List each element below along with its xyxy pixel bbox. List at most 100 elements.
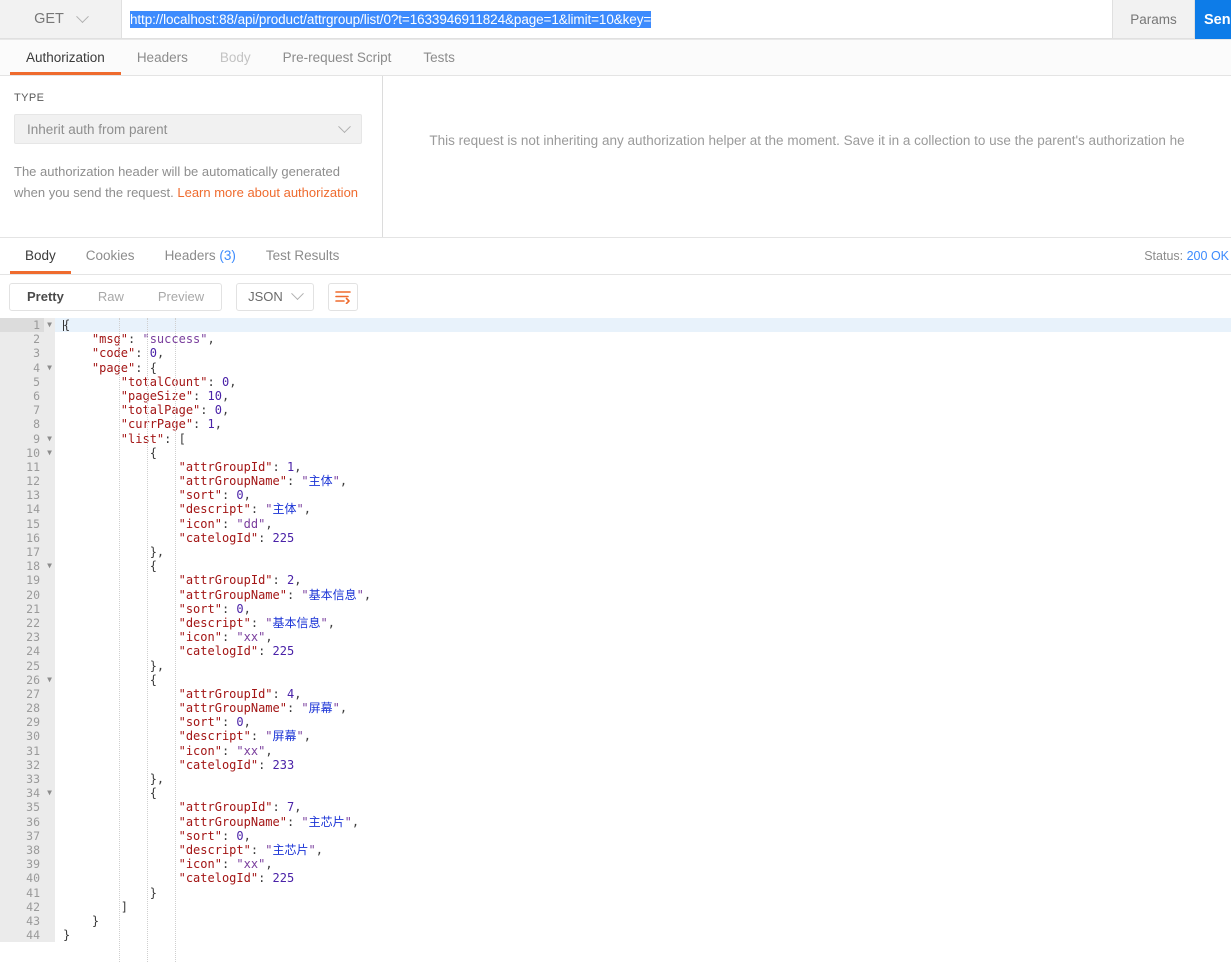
code-text: }, [149, 658, 165, 673]
response-format-select[interactable]: JSON [236, 282, 314, 311]
fold-spacer [44, 403, 55, 418]
line-number: 8 [0, 417, 44, 432]
fold-spacer [44, 729, 55, 744]
request-tab-tests[interactable]: Tests [407, 40, 471, 75]
view-mode-preview[interactable]: Preview [141, 284, 221, 310]
response-body-editor[interactable]: 1 ▼{2 "msg": "success", 3 "code": 0, 4 ▼ "pa… [0, 318, 1231, 962]
fold-spacer [44, 332, 55, 347]
response-tab-headers[interactable]: Headers (3) [150, 238, 251, 274]
line-number: 40 [0, 871, 44, 886]
learn-more-link[interactable]: Learn more about authorization [177, 185, 358, 200]
fold-toggle-icon[interactable]: ▼ [44, 431, 55, 446]
code-line: 14 "descript": "主体", [0, 502, 1231, 517]
request-tab-pre-request-script[interactable]: Pre-request Script [267, 40, 408, 75]
url-input[interactable]: http://localhost:88/api/product/attrgrou… [122, 0, 1113, 39]
view-mode-segmented-control: Pretty Raw Preview [9, 282, 223, 311]
code-line: 23 "icon": "xx", [0, 630, 1231, 645]
code-text: "totalPage": 0, [120, 403, 230, 418]
status-value: 200 OK [1186, 249, 1229, 263]
code-line: 30 "descript": "屏幕", [0, 729, 1231, 744]
code-text: "icon": "xx", [178, 857, 273, 872]
line-number: 7 [0, 403, 44, 418]
line-number: 10 [0, 445, 44, 460]
code-line: 37 "sort": 0, [0, 828, 1231, 843]
response-tab-count: (3) [215, 248, 236, 263]
line-number: 11 [0, 459, 44, 475]
code-text: "currPage": 1, [120, 417, 222, 432]
params-button[interactable]: Params [1113, 0, 1195, 39]
request-tab-authorization[interactable]: Authorization [10, 40, 121, 75]
code-line: 32 "catelogId": 233 [0, 757, 1231, 772]
auth-description: The authorization header will be automat… [14, 161, 362, 203]
http-method-select[interactable]: GET [0, 0, 122, 39]
code-line: 44} [0, 928, 1231, 943]
code-text: { [149, 786, 157, 801]
fold-spacer [44, 772, 55, 787]
code-line: 31 "icon": "xx", [0, 743, 1231, 758]
code-text: "attrGroupId": 1, [178, 459, 302, 474]
code-line: 42 ] [0, 899, 1231, 914]
code-text: "page": { [91, 360, 157, 375]
inherit-auth-message: This request is not inheriting any autho… [429, 133, 1185, 148]
code-line: 25 }, [0, 658, 1231, 673]
line-number: 3 [0, 346, 44, 361]
view-mode-pretty[interactable]: Pretty [10, 284, 81, 310]
code-line: 38 "descript": "主芯片", [0, 842, 1231, 858]
line-number: 16 [0, 530, 44, 545]
code-text: } [63, 928, 71, 943]
fold-spacer [44, 800, 55, 815]
fold-toggle-icon[interactable]: ▼ [44, 360, 55, 375]
code-line: 10 ▼ { [0, 445, 1231, 460]
code-text: "attrGroupId": 2, [178, 573, 302, 588]
code-line: 35 "attrGroupId": 7, [0, 800, 1231, 815]
code-line: 6 "pageSize": 10, [0, 388, 1231, 404]
response-tab-label: Body [25, 248, 56, 263]
response-tab-cookies[interactable]: Cookies [71, 238, 150, 274]
line-number: 25 [0, 658, 44, 673]
response-tab-label: Cookies [85, 248, 135, 263]
response-tab-test-results[interactable]: Test Results [251, 238, 355, 274]
line-number: 19 [0, 573, 44, 588]
line-number: 17 [0, 545, 44, 560]
fold-spacer [44, 885, 55, 900]
fold-spacer [44, 474, 55, 489]
fold-spacer [44, 417, 55, 432]
code-line: 41 } [0, 885, 1231, 900]
fold-toggle-icon[interactable]: ▼ [44, 445, 55, 460]
line-number: 18 [0, 559, 44, 574]
line-number: 6 [0, 388, 44, 404]
fold-toggle-icon[interactable]: ▼ [44, 786, 55, 801]
code-text: "descript": "基本信息", [178, 615, 336, 630]
code-text: "msg": "success", [91, 332, 215, 347]
fold-toggle-icon[interactable]: ▼ [44, 318, 55, 333]
fold-spacer [44, 587, 55, 602]
fold-spacer [44, 601, 55, 616]
fold-spacer [44, 828, 55, 843]
line-number: 4 [0, 360, 44, 375]
fold-spacer [44, 530, 55, 545]
line-number: 36 [0, 814, 44, 829]
request-tab-headers[interactable]: Headers [121, 40, 204, 75]
fold-spacer [44, 388, 55, 404]
fold-spacer [44, 899, 55, 914]
code-text: "sort": 0, [178, 715, 251, 730]
response-tab-body[interactable]: Body [10, 238, 71, 274]
line-number: 39 [0, 857, 44, 872]
authorization-right-column: This request is not inheriting any autho… [383, 76, 1231, 237]
fold-spacer [44, 516, 55, 531]
fold-spacer [44, 644, 55, 659]
fold-toggle-icon[interactable]: ▼ [44, 559, 55, 574]
send-button[interactable]: Send [1195, 0, 1231, 39]
word-wrap-button[interactable] [327, 282, 358, 311]
code-text: { [149, 559, 157, 574]
code-text: }, [149, 772, 165, 786]
line-number: 38 [0, 842, 44, 858]
code-line: 9 ▼ "list": [ [0, 431, 1231, 446]
line-number: 34 [0, 786, 44, 801]
line-number: 29 [0, 715, 44, 730]
fold-toggle-icon[interactable]: ▼ [44, 672, 55, 687]
view-mode-raw[interactable]: Raw [81, 284, 141, 310]
fold-spacer [44, 857, 55, 872]
auth-type-select[interactable]: Inherit auth from parent [14, 114, 362, 144]
code-text: "descript": "屏幕", [178, 729, 312, 744]
